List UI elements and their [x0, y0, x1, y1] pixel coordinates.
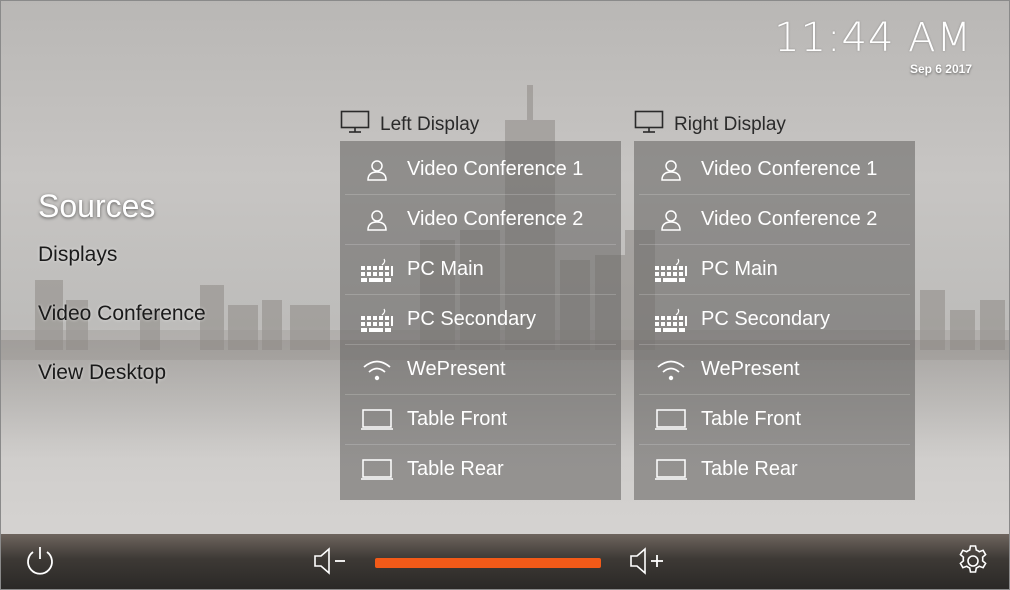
person-icon [647, 208, 695, 232]
left-source-video-conference-1[interactable]: Video Conference 1 [345, 145, 616, 195]
right-source-video-conference-1[interactable]: Video Conference 1 [639, 145, 910, 195]
nav-item-video-conference[interactable]: Video Conference [38, 302, 206, 326]
sources-title: Sources [38, 188, 156, 224]
volume-up-button[interactable] [628, 544, 666, 583]
clock-date: Sep 6 2017 [909, 62, 972, 76]
right-display-title: Right Display [674, 113, 786, 135]
left-source-pc-secondary[interactable]: PC Secondary [345, 295, 616, 345]
source-label: Table Front [407, 408, 508, 430]
source-label: Video Conference 1 [701, 158, 878, 180]
volume-down-button[interactable] [312, 544, 350, 583]
monitor-icon [340, 110, 370, 140]
volume-down-icon [312, 547, 350, 582]
nav-item-displays[interactable]: Displays [38, 243, 206, 267]
keyboard-icon [647, 307, 695, 333]
monitor-icon [634, 110, 664, 140]
keyboard-icon [353, 307, 401, 333]
right-display-source-list: Video Conference 1 Video Conference 2 PC… [634, 141, 915, 500]
power-icon [24, 547, 56, 582]
sources-nav: Sources Displays Video Conference View D… [38, 188, 206, 385]
laptop-icon [353, 458, 401, 482]
laptop-icon [353, 408, 401, 432]
left-display-source-list: Video Conference 1 Video Conference 2 PC… [340, 141, 621, 500]
left-source-wepresent[interactable]: WePresent [345, 345, 616, 395]
source-label: PC Secondary [701, 308, 830, 330]
source-label: Table Rear [407, 458, 504, 480]
right-source-wepresent[interactable]: WePresent [639, 345, 910, 395]
source-label: WePresent [701, 358, 800, 380]
gear-icon [956, 545, 990, 582]
laptop-icon [647, 458, 695, 482]
source-label: PC Main [701, 258, 778, 280]
right-source-pc-secondary[interactable]: PC Secondary [639, 295, 910, 345]
left-source-pc-main[interactable]: PC Main [345, 245, 616, 295]
left-source-table-front[interactable]: Table Front [345, 395, 616, 445]
settings-button[interactable] [956, 544, 990, 583]
right-source-video-conference-2[interactable]: Video Conference 2 [639, 195, 910, 245]
clock: 11:44 AM Sep 6 2017 [774, 16, 972, 76]
source-label: Table Rear [701, 458, 798, 480]
keyboard-icon [647, 257, 695, 283]
person-icon [353, 208, 401, 232]
source-label: Table Front [701, 408, 802, 430]
person-icon [647, 158, 695, 182]
keyboard-icon [353, 257, 401, 283]
source-label: Video Conference 2 [407, 208, 584, 230]
right-source-table-front[interactable]: Table Front [639, 395, 910, 445]
left-source-table-rear[interactable]: Table Rear [345, 445, 616, 494]
nav-item-view-desktop[interactable]: View Desktop [38, 361, 206, 385]
right-source-table-rear[interactable]: Table Rear [639, 445, 910, 494]
volume-up-icon [628, 547, 666, 582]
source-label: Video Conference 2 [701, 208, 878, 230]
source-label: PC Secondary [407, 308, 536, 330]
left-display-panel: Left Display Video Conference 1 Video Co… [340, 108, 621, 500]
right-display-panel: Right Display Video Conference 1 Video C… [634, 108, 915, 500]
left-source-video-conference-2[interactable]: Video Conference 2 [345, 195, 616, 245]
left-display-header: Left Display [340, 108, 621, 141]
wifi-icon [647, 358, 695, 382]
left-display-title: Left Display [380, 113, 480, 135]
right-source-pc-main[interactable]: PC Main [639, 245, 910, 295]
wifi-icon [353, 358, 401, 382]
source-label: Video Conference 1 [407, 158, 584, 180]
power-button[interactable] [24, 544, 56, 583]
clock-time: 11:44 AM [774, 15, 972, 61]
source-label: WePresent [407, 358, 506, 380]
bottom-control-bar [0, 534, 1010, 590]
volume-level-fill [375, 558, 601, 568]
laptop-icon [647, 408, 695, 432]
volume-slider[interactable] [375, 558, 601, 568]
source-label: PC Main [407, 258, 484, 280]
right-display-header: Right Display [634, 108, 915, 141]
person-icon [353, 158, 401, 182]
